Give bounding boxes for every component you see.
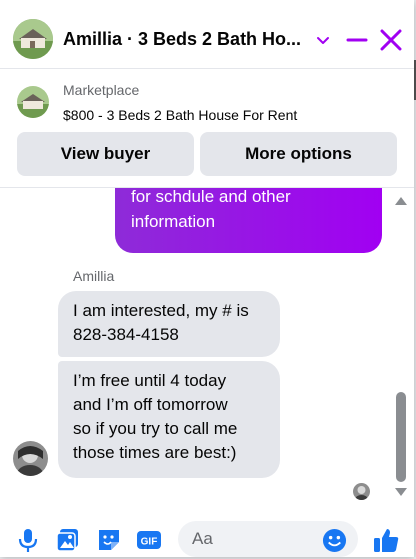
scroll-down-arrow-icon[interactable]: [395, 488, 407, 496]
like-icon[interactable]: [372, 526, 400, 554]
marketplace-label: Marketplace: [63, 82, 140, 98]
chat-header: Amillia · 3 Beds 2 Bath Ho...: [0, 0, 414, 69]
conversation-title[interactable]: Amillia · 3 Beds 2 Bath Ho...: [63, 29, 303, 50]
close-icon[interactable]: [377, 26, 405, 54]
chat-window: Amillia · 3 Beds 2 Bath Ho... Marketplac…: [0, 0, 414, 557]
listing-title[interactable]: $800 - 3 Beds 2 Bath House For Rent: [63, 107, 297, 123]
photo-icon[interactable]: [55, 527, 81, 553]
incoming-message: I’m free until 4 today and I’m off tomor…: [58, 361, 280, 478]
emoji-icon[interactable]: [322, 528, 347, 553]
message-line: I am interested, my # is: [73, 301, 249, 320]
message-line: I’m free until 4 today: [73, 371, 227, 390]
more-options-button[interactable]: More options: [200, 132, 397, 176]
conversation-avatar[interactable]: [13, 19, 53, 59]
incoming-message: I am interested, my # is 828-384-4158: [58, 291, 280, 357]
message-line: for schdule and other: [131, 188, 291, 206]
message-line: and I’m off tomorrow: [73, 395, 228, 414]
scrollbar-thumb[interactable]: [396, 392, 406, 482]
message-composer: GIF: [0, 510, 414, 557]
minimize-icon[interactable]: [343, 26, 371, 54]
message-line: so if you try to call me: [73, 419, 238, 438]
sticker-icon[interactable]: [96, 527, 122, 553]
seen-indicator-avatar: [353, 483, 370, 500]
sender-name: Amillia: [73, 268, 115, 284]
scroll-up-arrow-icon[interactable]: [395, 197, 407, 205]
gif-icon[interactable]: GIF: [136, 527, 162, 553]
chevron-down-icon[interactable]: [309, 26, 337, 54]
microphone-icon[interactable]: [15, 527, 41, 553]
sender-avatar[interactable]: [13, 441, 48, 476]
svg-text:GIF: GIF: [141, 537, 158, 548]
marketplace-banner: Marketplace $800 - 3 Beds 2 Bath House F…: [0, 69, 414, 188]
message-line: information: [131, 212, 216, 231]
message-list: for schdule and other information Amilli…: [0, 188, 414, 506]
view-buyer-button[interactable]: View buyer: [17, 132, 194, 176]
listing-thumbnail[interactable]: [17, 86, 49, 118]
outgoing-message: for schdule and other information: [115, 188, 382, 253]
message-line: 828-384-4158: [73, 325, 179, 344]
message-line: those times are best:): [73, 443, 237, 462]
